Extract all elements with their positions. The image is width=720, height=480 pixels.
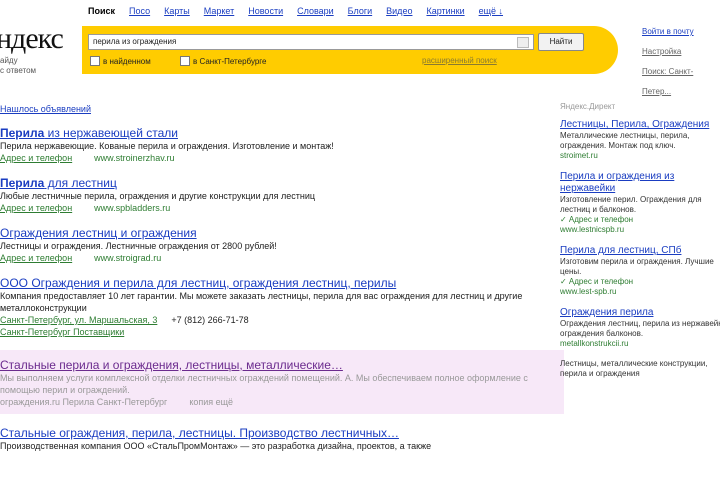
yandex-logo[interactable]: ндекс <box>0 22 64 56</box>
keyboard-icon[interactable] <box>517 37 529 48</box>
search-input[interactable]: перила из ограждения <box>88 34 534 50</box>
checkbox-icon[interactable] <box>180 56 190 66</box>
ad-address-link[interactable]: ✓ Адрес и телефон <box>560 277 720 287</box>
region-link[interactable]: Поиск: Санкт-Петер... <box>642 62 720 102</box>
ad-item: Перила и ограждения из нержавейки Изгото… <box>560 171 720 235</box>
ad-url[interactable]: stroimet.ru <box>560 151 720 161</box>
ad-item: Ограждения перила Ограждения лестниц, пе… <box>560 307 720 349</box>
service-blogs[interactable]: Блоги <box>348 6 372 16</box>
result-snippet: Производственная компания ООО «СтальПром… <box>0 441 432 451</box>
settings-link[interactable]: Настройка <box>642 42 720 62</box>
option-in-found-label: в найденном <box>103 56 151 66</box>
result-snippet: Лестницы и ограждения. Лестничные огражд… <box>0 241 277 251</box>
option-region[interactable]: в Санкт-Петербурге <box>180 56 267 66</box>
search-panel: перила из ограждения Найти в найденном в… <box>82 26 618 74</box>
ads-header: Яндекс.Директ <box>560 102 616 111</box>
result-item: ООО Ограждения и перила для лестниц, огр… <box>0 276 540 338</box>
result-site[interactable]: www.stroinerzhav.ru <box>94 153 174 163</box>
checkbox-icon[interactable] <box>90 56 100 66</box>
ad-title[interactable]: Лестницы, Перила, Ограждения <box>560 119 720 131</box>
result-snippet: Мы выполняем услуги комплексной отделки … <box>0 373 528 395</box>
result-item: Перила для лестниц Любые лестничные пери… <box>0 176 540 214</box>
result-title[interactable]: Ограждения лестниц и ограждения <box>0 226 540 240</box>
ad-snippet: Изготовление перил. Ограждения для лестн… <box>560 195 702 214</box>
result-title-rest: для лестниц <box>44 176 117 190</box>
ad-url[interactable]: metallkonstrukcii.ru <box>560 339 720 349</box>
ad-snippet: Металлические лестницы, перила, огражден… <box>560 131 690 150</box>
result-title[interactable]: Стальные ограждения, перила, лестницы. П… <box>0 426 540 440</box>
result-title-bold: Перила <box>0 176 45 190</box>
ad-snippet: Ограждения лестниц, перила из нержавейки… <box>560 319 720 338</box>
result-address-link[interactable]: Адрес и телефон <box>0 153 72 163</box>
result-url-row: ограждения.ru Перила Санкт-Петербург копи… <box>0 396 560 408</box>
service-market[interactable]: Маркет <box>204 6 234 16</box>
result-title-bold: Перила <box>0 126 45 140</box>
found-count-link[interactable]: Нашлось объявлений <box>0 104 540 114</box>
ad-snippet: Лестницы, металлические конструкции, пер… <box>560 359 708 378</box>
logo-tagline-line-2: с ответом <box>0 66 37 75</box>
result-snippet: Перила нержавеющие. Кованые перила и огр… <box>0 141 334 151</box>
result-address-link[interactable]: ограждения.ru Перила Санкт-Петербург <box>0 397 167 407</box>
search-button[interactable]: Найти <box>538 33 584 51</box>
ad-address-link[interactable]: ✓ Адрес и телефон <box>560 215 720 225</box>
header-right-links: Войти в почту Настройка Поиск: Санкт-Пет… <box>642 22 720 102</box>
result-item: Ограждения лестниц и ограждения Лестницы… <box>0 226 540 264</box>
service-dictionaries[interactable]: Словари <box>297 6 334 16</box>
result-phone: +7 (812) 266-71-78 <box>171 315 249 325</box>
result-extra-links[interactable]: Санкт-Петербург Поставщики <box>0 327 124 337</box>
result-item-visited: Стальные перила и ограждения, лестницы, … <box>0 350 564 414</box>
ad-item: Перила для лестниц, СПб Изготовим перила… <box>560 245 720 297</box>
ad-title[interactable]: Ограждения перила <box>560 307 720 319</box>
result-extra-row: Санкт-Петербург Поставщики <box>0 326 540 338</box>
result-address-link[interactable]: Адрес и телефон <box>0 253 72 263</box>
login-link[interactable]: Войти в почту <box>642 22 720 42</box>
ads-column: Яндекс.Директ Лестницы, Перила, Огражден… <box>560 102 720 389</box>
result-site[interactable]: копия ещё <box>189 397 233 407</box>
ad-item: Лестницы, Перила, Ограждения Металлическ… <box>560 119 720 161</box>
service-posts[interactable]: Посо <box>129 6 150 16</box>
advanced-search-link[interactable]: расширенный поиск <box>422 56 497 65</box>
result-url-row: Адрес и телефон www.spbladders.ru <box>0 202 540 214</box>
ad-title[interactable]: Перила и ограждения из нержавейки <box>560 171 720 195</box>
result-title-rest: Стальные ограждения, перила, лестницы. П… <box>0 426 399 440</box>
service-search[interactable]: Поиск <box>88 6 115 16</box>
option-in-found[interactable]: в найденном <box>90 56 151 66</box>
result-item: Перила из нержавеющей стали Перила нержа… <box>0 126 540 164</box>
ad-item: Лестницы, металлические конструкции, пер… <box>560 359 720 379</box>
result-address-link[interactable]: Санкт-Петербург, ул. Маршальская, 3 <box>0 315 157 325</box>
ad-snippet: Изготовим перила и ограждения. Лучшие це… <box>560 257 714 276</box>
result-title[interactable]: Перила из нержавеющей стали <box>0 126 540 140</box>
result-snippet: Компания предоставляет 10 лет гарантии. … <box>0 291 523 313</box>
result-title-rest: из нержавеющей стали <box>44 126 178 140</box>
result-address-link[interactable]: Адрес и телефон <box>0 203 72 213</box>
service-images[interactable]: Картинки <box>426 6 464 16</box>
search-results: Нашлось объявлений Перила из нержавеющей… <box>0 104 564 464</box>
ad-title[interactable]: Перила для лестниц, СПб <box>560 245 720 257</box>
search-query-text: перила из ограждения <box>93 37 177 46</box>
logo-tagline: айду с ответом <box>0 56 60 76</box>
ad-url[interactable]: www.lestnicspb.ru <box>560 225 720 235</box>
option-region-label: в Санкт-Петербурге <box>193 56 267 66</box>
result-url-row: Адрес и телефон www.stroinerzhav.ru <box>0 152 540 164</box>
result-title[interactable]: Стальные перила и ограждения, лестницы, … <box>0 358 560 372</box>
result-url-row: Адрес и телефон www.stroigrad.ru <box>0 252 540 264</box>
result-title[interactable]: ООО Ограждения и перила для лестниц, огр… <box>0 276 540 290</box>
ad-url[interactable]: www.lest-spb.ru <box>560 287 720 297</box>
result-site[interactable]: www.stroigrad.ru <box>94 253 161 263</box>
service-maps[interactable]: Карты <box>164 6 190 16</box>
result-snippet: Любые лестничные перила, ограждения и др… <box>0 191 316 201</box>
services-nav: Поиск Посо Карты Маркет Новости Словари … <box>88 6 503 16</box>
logo-tagline-line-1: айду <box>0 56 18 65</box>
result-title[interactable]: Перила для лестниц <box>0 176 540 190</box>
result-title-rest: Стальные перила и ограждения, лестницы, … <box>0 358 343 372</box>
result-item: Стальные ограждения, перила, лестницы. П… <box>0 426 540 452</box>
result-title-rest: Ограждения лестниц и ограждения <box>0 226 197 240</box>
result-site[interactable]: www.spbladders.ru <box>94 203 170 213</box>
result-url-row: Санкт-Петербург, ул. Маршальская, 3 +7 (8… <box>0 314 540 326</box>
service-more[interactable]: ещё ↓ <box>479 6 503 16</box>
result-title-rest: ООО Ограждения и перила для лестниц, огр… <box>0 276 397 290</box>
service-video[interactable]: Видео <box>386 6 412 16</box>
service-news[interactable]: Новости <box>248 6 283 16</box>
